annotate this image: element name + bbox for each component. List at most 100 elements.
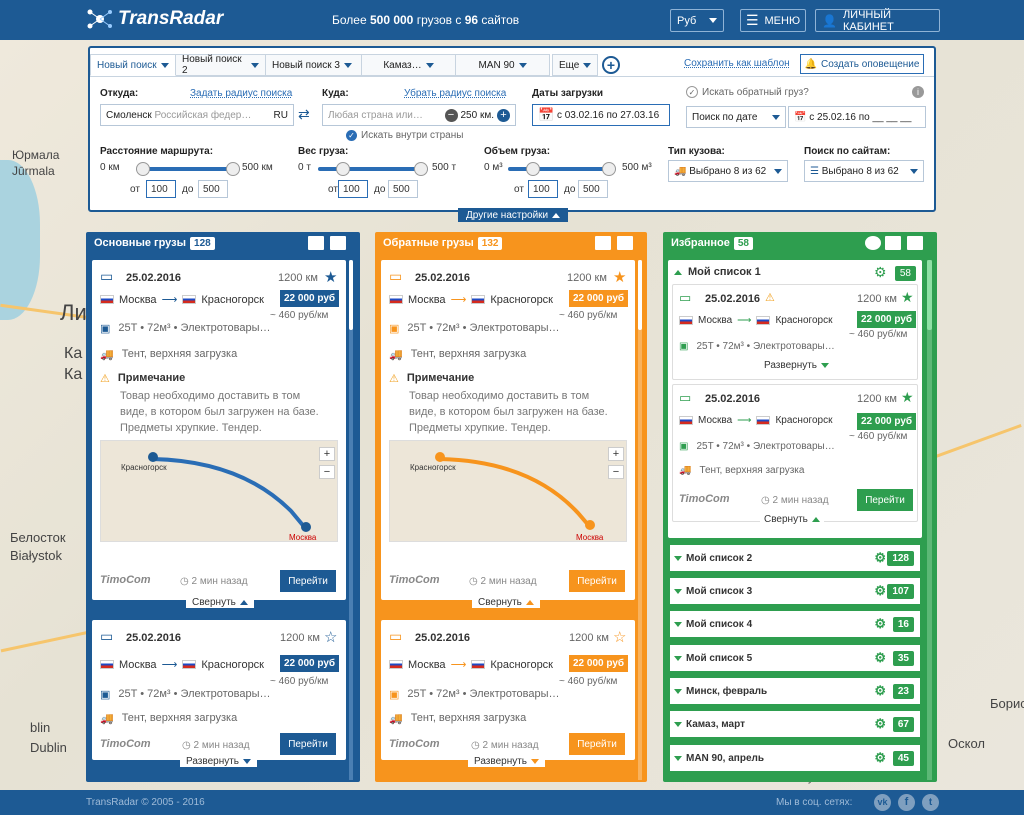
minimize-icon[interactable] xyxy=(617,236,633,250)
return-cargo-card[interactable]: ▭ 25.02.2016 1200 км ☆ Москва ⟶ Красногорс… xyxy=(381,620,635,760)
menu-button[interactable]: ☰ МЕНЮ xyxy=(740,9,806,32)
go-button[interactable]: Перейти xyxy=(280,570,336,592)
volume-to-input[interactable]: 500 xyxy=(578,180,608,198)
gear-icon[interactable]: ⚙ xyxy=(874,550,886,566)
facebook-icon[interactable]: f xyxy=(898,794,915,811)
body-type-select[interactable]: 🚚 Выбрано 8 из 62 xyxy=(668,160,788,182)
fav-list-item[interactable]: Мой список 5 ⚙ 35 xyxy=(670,645,920,671)
create-alert-button[interactable]: 🔔 Создать оповещение xyxy=(800,54,924,74)
fav-list-item[interactable]: MAN 90, апрель ⚙ 45 xyxy=(670,745,920,771)
gear-icon[interactable]: ⚙ xyxy=(874,583,886,599)
weight-to-input[interactable]: 500 xyxy=(388,180,418,198)
currency-select[interactable]: Руб xyxy=(670,9,724,32)
fav-cargo-card[interactable]: ▭ 25.02.2016 1200 км ★ Москва ⟶ Красногорс… xyxy=(672,384,918,522)
star-outline-icon[interactable]: ☆ xyxy=(324,628,337,646)
route-map[interactable]: Красногорск Москва + − xyxy=(389,440,627,542)
minimize-icon[interactable] xyxy=(330,236,346,250)
collapse-toggle[interactable]: Развернуть xyxy=(760,360,834,371)
list-view-icon[interactable] xyxy=(308,236,324,250)
card-price: 22 000 руб xyxy=(857,311,917,328)
other-settings-toggle[interactable]: Другие настройки xyxy=(458,208,569,222)
star-filled-icon[interactable]: ★ xyxy=(901,289,914,306)
zoom-in-icon[interactable]: + xyxy=(319,447,335,461)
gear-icon[interactable]: ⚙ xyxy=(874,264,887,281)
brand-logo[interactable]: TransRadar xyxy=(86,8,223,30)
add-tab-icon[interactable]: + xyxy=(602,56,620,74)
tab-kamaz[interactable]: Камаз… xyxy=(362,54,456,76)
collapse-toggle[interactable]: Свернуть xyxy=(760,514,824,525)
tab-man90[interactable]: MAN 90 xyxy=(456,54,550,76)
weight-from-input[interactable]: 100 xyxy=(338,180,368,198)
return-cargo-card[interactable]: ▭ 25.02.2016 1200 км ★ Москва ⟶ Красногорс… xyxy=(381,260,635,600)
zoom-out-icon[interactable]: − xyxy=(319,465,335,479)
volume-slider[interactable] xyxy=(508,162,616,176)
weight-slider[interactable] xyxy=(318,162,428,176)
fav-list-item[interactable]: Мой список 4 ⚙ 16 xyxy=(670,611,920,637)
dates-input[interactable]: 📅 с 03.02.16 по 27.03.16 xyxy=(532,104,670,126)
from-input[interactable]: Смоленск Российская федер… RU xyxy=(100,104,294,126)
info-icon[interactable]: i xyxy=(912,86,924,98)
save-template-link[interactable]: Сохранить как шаблон xyxy=(684,58,790,69)
go-button[interactable]: Перейти xyxy=(280,733,336,755)
route-from-input[interactable]: 100 xyxy=(146,180,176,198)
twitter-icon[interactable]: t xyxy=(922,794,939,811)
fav-list-item[interactable]: Мой список 3 ⚙ 107 xyxy=(670,578,920,604)
return-cargo-toggle[interactable]: ✓ Искать обратный груз? xyxy=(686,86,809,98)
tab-new-search-2[interactable]: Новый поиск 2 xyxy=(176,54,266,76)
fav-list-title[interactable]: Мой список 1 xyxy=(674,266,761,278)
fav-scrollbar[interactable] xyxy=(927,260,932,780)
sites-select[interactable]: ☰ Выбрано 8 из 62 xyxy=(804,160,924,182)
cabinet-button[interactable]: 👤 ЛИЧНЫЙ КАБИНЕТ xyxy=(815,9,940,33)
return-date-input[interactable]: 📅 с 25.02.16 по __ __ __ xyxy=(788,106,926,128)
add-list-icon[interactable] xyxy=(865,236,881,250)
star-filled-icon[interactable]: ★ xyxy=(901,389,914,406)
fav-list-item[interactable]: Минск, февраль ⚙ 23 xyxy=(670,678,920,704)
to-radius-link[interactable]: Убрать радиус поиска xyxy=(404,88,506,99)
to-input[interactable]: Любая страна или… −250 км. + xyxy=(322,104,516,126)
return-date-mode-select[interactable]: Поиск по дате xyxy=(686,106,786,128)
route-slider[interactable] xyxy=(136,162,240,176)
ru-flag-icon xyxy=(100,295,114,304)
minimize-icon[interactable] xyxy=(907,236,923,250)
truck-load-icon: ▭ xyxy=(389,628,403,644)
cargo-card[interactable]: ▭ 25.02.2016 1200 км ★ Москва ⟶ Красногорс… xyxy=(92,260,346,600)
list-view-icon[interactable] xyxy=(595,236,611,250)
star-filled-icon[interactable]: ★ xyxy=(613,268,626,286)
go-button[interactable]: Перейти xyxy=(569,733,625,755)
vk-icon[interactable]: vk xyxy=(874,794,891,811)
cargo-card[interactable]: ▭ 25.02.2016 1200 км ☆ Москва ⟶ Красногорс… xyxy=(92,620,346,760)
gear-icon[interactable]: ⚙ xyxy=(874,683,886,699)
tab-new-search-3[interactable]: Новый поиск 3 xyxy=(266,54,362,76)
return-scrollbar[interactable] xyxy=(638,260,642,780)
star-outline-icon[interactable]: ☆ xyxy=(613,628,626,646)
plus-icon[interactable]: + xyxy=(497,108,510,122)
go-button[interactable]: Перейти xyxy=(857,489,913,511)
gear-icon[interactable]: ⚙ xyxy=(874,750,886,766)
tab-new-search[interactable]: Новый поиск xyxy=(90,54,176,76)
swap-icon[interactable]: ⇄ xyxy=(298,106,310,123)
gear-icon[interactable]: ⚙ xyxy=(874,716,886,732)
truck-load-icon: ▭ xyxy=(679,290,692,305)
gear-icon[interactable]: ⚙ xyxy=(874,650,886,666)
search-inside-country[interactable]: ✓ Искать внутри страны xyxy=(346,130,463,141)
zoom-in-icon[interactable]: + xyxy=(608,447,624,461)
collapse-toggle[interactable]: Свернуть xyxy=(186,597,254,608)
expand-toggle[interactable]: Развернуть xyxy=(180,756,258,767)
tab-more[interactable]: Еще xyxy=(552,54,598,76)
route-to-input[interactable]: 500 xyxy=(198,180,228,198)
fav-list-item[interactable]: Камаз, март ⚙ 67 xyxy=(670,711,920,737)
gear-icon[interactable]: ⚙ xyxy=(874,616,886,632)
expand-toggle[interactable]: Развернуть xyxy=(468,756,546,767)
main-scrollbar[interactable] xyxy=(349,260,353,780)
volume-from-input[interactable]: 100 xyxy=(528,180,558,198)
go-button[interactable]: Перейти xyxy=(569,570,625,592)
route-map[interactable]: Красногорск Москва + − xyxy=(100,440,338,542)
fav-list-item[interactable]: Мой список 2 ⚙ 128 xyxy=(670,545,920,571)
list-view-icon[interactable] xyxy=(885,236,901,250)
minus-icon[interactable]: − xyxy=(444,108,458,122)
zoom-out-icon[interactable]: − xyxy=(608,465,624,479)
collapse-toggle[interactable]: Свернуть xyxy=(472,597,540,608)
from-radius-link[interactable]: Задать радиус поиска xyxy=(190,88,292,99)
card-distance: 1200 км xyxy=(567,272,607,284)
star-filled-icon[interactable]: ★ xyxy=(324,268,337,286)
